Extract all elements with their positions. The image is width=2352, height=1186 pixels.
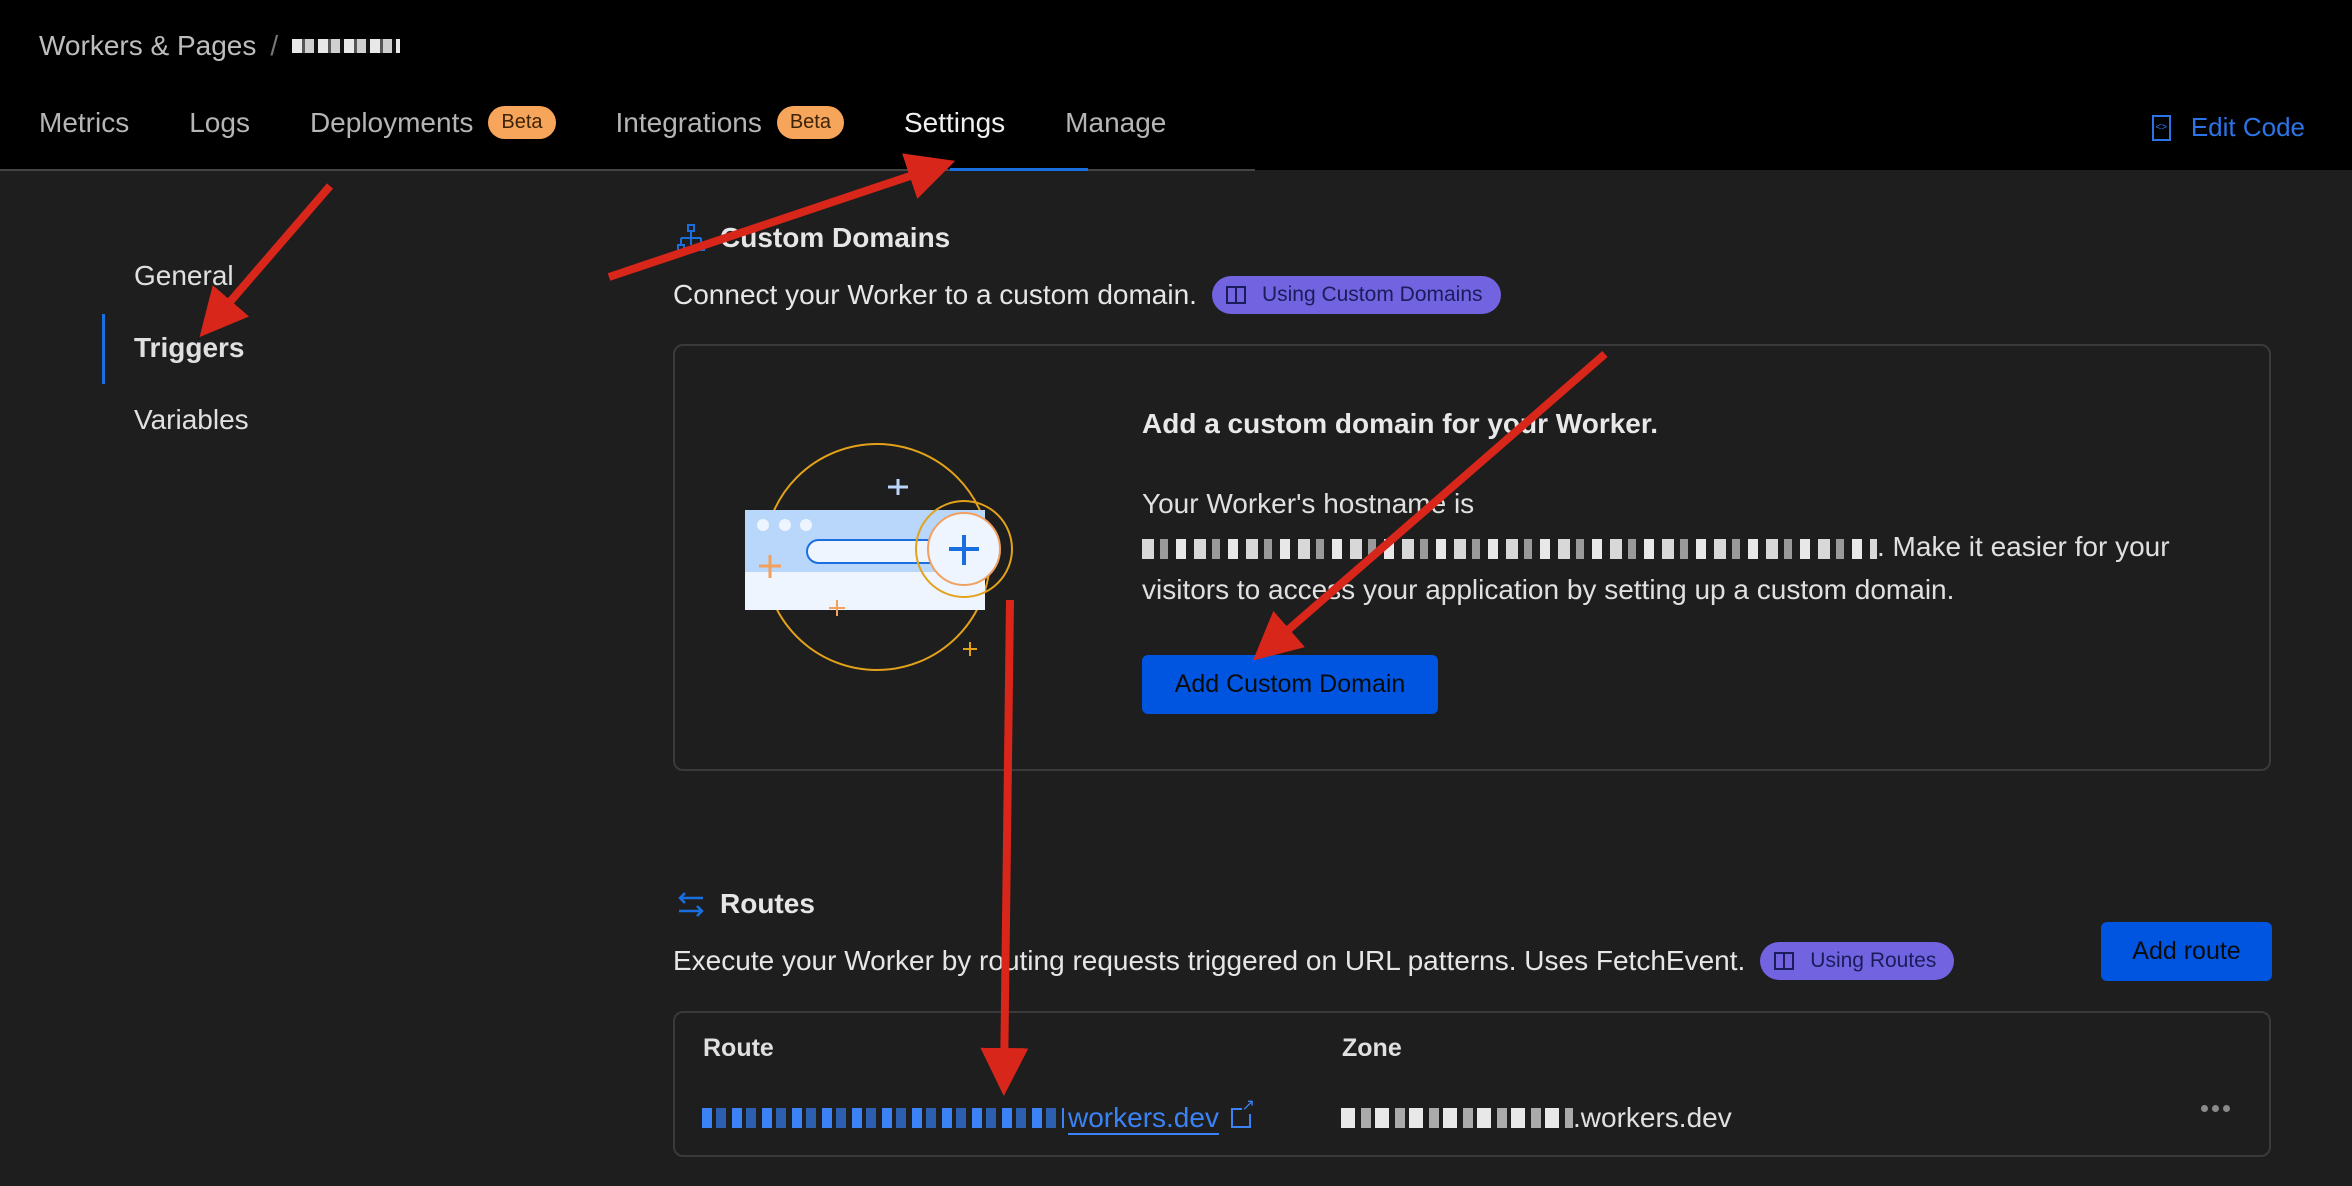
beta-badge: Beta [488,106,556,139]
settings-sidenav: General Triggers Variables [102,240,249,456]
active-tab-indicator [950,168,1088,171]
using-custom-domains-link[interactable]: Using Custom Domains [1211,276,1501,314]
custom-domain-card-body: Your Worker's hostname is . Make it easi… [1142,482,2212,611]
tab-logs[interactable]: Logs [189,107,250,139]
route-prefix-redacted [702,1108,1064,1128]
breadcrumb-current-redacted [292,39,401,53]
doc-link-label: Using Routes [1810,949,1937,972]
routes-description: Execute your Worker by routing requests … [673,945,1746,976]
zone-prefix-redacted [1341,1108,1573,1128]
tab-label: Manage [1065,106,1167,138]
beta-badge: Beta [776,106,844,139]
custom-domains-description: Connect your Worker to a custom domain. [673,279,1197,310]
custom-domains-description-row: Connect your Worker to a custom domain. … [673,276,1501,314]
breadcrumb-separator: / [270,30,279,61]
custom-domains-heading: Custom Domains [676,222,950,254]
tab-label: Metrics [39,106,130,138]
sidenav-item-general[interactable]: General [102,240,249,312]
row-actions-menu[interactable] [2201,1105,2230,1112]
table-row-zone: .workers.dev [1341,1102,1732,1134]
tab-label: Logs [189,106,250,138]
custom-domain-card-heading: Add a custom domain for your Worker. [1142,408,1659,439]
dot [2201,1105,2208,1112]
tab-label: Integrations [615,106,762,138]
external-link-icon[interactable] [1230,1098,1255,1128]
top-header: Workers & Pages / Metrics Logs Deploymen… [0,0,2352,170]
tab-label: Deployments [309,106,474,138]
route-link[interactable]: workers.dev [1068,1102,1219,1134]
book-icon [1225,286,1246,304]
sidenav-item-triggers[interactable]: Triggers [102,312,249,384]
tab-bar: Metrics Logs Deployments Beta Integratio… [39,106,1226,139]
tab-manage[interactable]: Manage [1065,107,1166,139]
add-custom-domain-button[interactable]: Add Custom Domain [1142,655,1438,714]
custom-domain-illustration [745,443,1013,671]
routes-title: Routes [720,888,815,919]
worker-hostname-redacted [1142,538,1877,559]
dot [2212,1105,2219,1112]
arrows-swap-icon [678,892,704,917]
tab-integrations[interactable]: Integrations Beta [616,106,844,139]
breadcrumb: Workers & Pages / [39,30,401,62]
dot [2223,1105,2230,1112]
table-row-route: workers.dev [702,1098,1255,1134]
routes-description-row: Execute your Worker by routing requests … [673,942,1955,980]
tab-settings[interactable]: Settings [904,107,1005,139]
tab-label: Settings [904,106,1006,138]
breadcrumb-root[interactable]: Workers & Pages [39,30,256,62]
using-routes-link[interactable]: Using Routes [1760,942,1955,980]
routes-table [673,1011,2271,1157]
custom-domains-title: Custom Domains [720,222,951,253]
code-file-icon: <> [2151,114,2171,141]
add-route-button[interactable]: Add route [2101,922,2272,981]
zone-domain: .workers.dev [1573,1102,1732,1133]
tab-deployments[interactable]: Deployments Beta [310,106,556,139]
edit-code-button[interactable]: <> Edit Code [2151,112,2305,143]
doc-link-label: Using Custom Domains [1261,283,1483,306]
tab-metrics[interactable]: Metrics [39,107,129,139]
column-header-zone: Zone [1342,1034,1402,1062]
book-icon [1774,952,1795,970]
routes-heading: Routes [676,888,815,920]
edit-code-label: Edit Code [2190,112,2305,142]
hostname-intro: Your Worker's hostname is [1142,488,1475,519]
column-header-route: Route [703,1034,774,1062]
sidenav-item-variables[interactable]: Variables [102,384,249,456]
sitemap-icon [677,224,705,251]
